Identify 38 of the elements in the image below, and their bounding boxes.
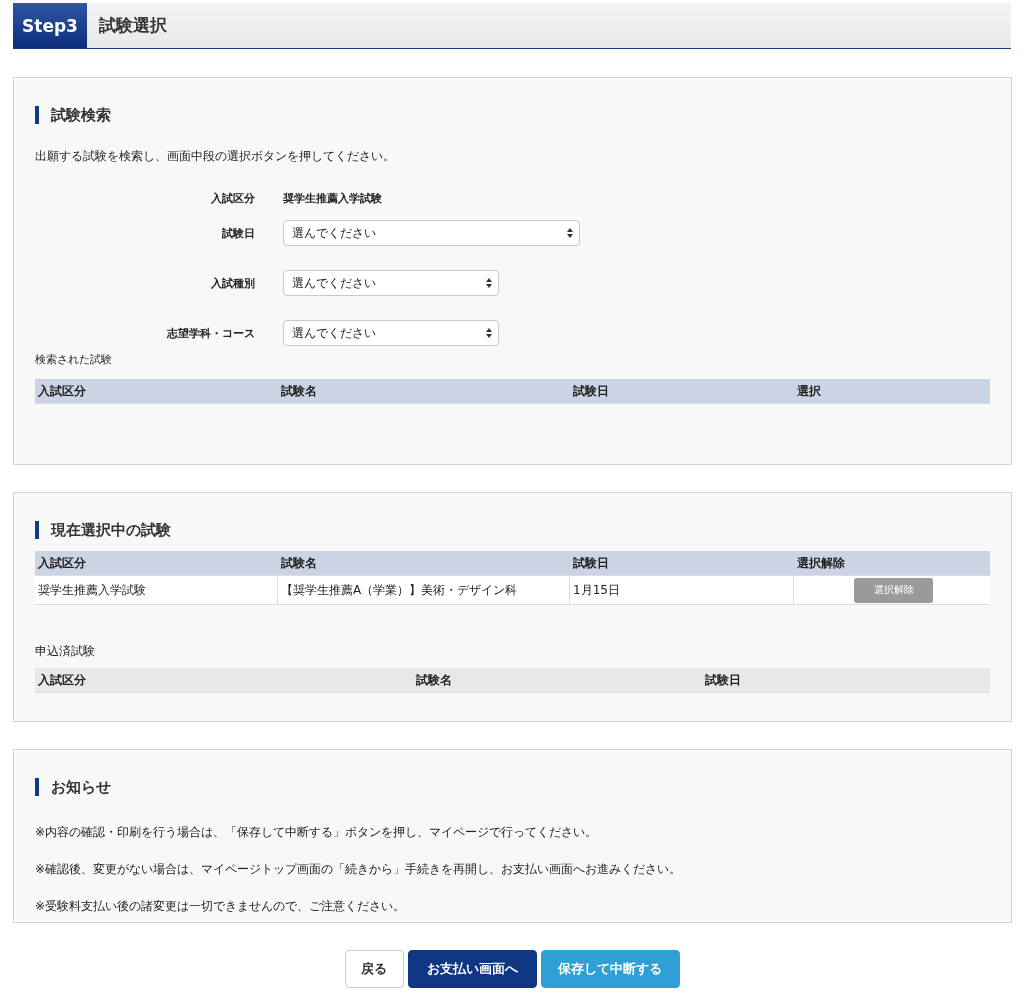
table-cell: 1月15日 — [570, 576, 794, 604]
column-header: 入試区分 — [37, 554, 87, 572]
section-heading: 現在選択中の試験 — [35, 521, 990, 539]
table-cell: 【奨学生推薦A（学業）】美術・デザイン科 — [278, 576, 570, 604]
action-button[interactable]: お支払い画面へ — [407, 950, 537, 988]
field-label: 入試種別 — [210, 275, 255, 291]
notice-text: ※受験料支払い後の諸変更は一切できませんので、ご注意ください。 — [35, 898, 407, 915]
select-field[interactable]: 選んでください — [283, 270, 499, 296]
section-heading: お知らせ — [35, 778, 990, 796]
updown-arrow-icon — [486, 278, 492, 288]
section-heading: 試験検索 — [35, 106, 990, 124]
column-header: 入試区分 — [37, 382, 87, 400]
page-title: 試験選択 — [99, 14, 167, 37]
column-header: 入試区分 — [37, 671, 87, 689]
field-label: 試験日 — [221, 225, 255, 241]
column-header: 試験日 — [572, 382, 610, 400]
column-header: 試験日 — [704, 671, 741, 689]
column-header: 選択解除 — [796, 554, 845, 572]
column-header: 試験名 — [415, 671, 453, 689]
notice-text: ※確認後、変更がない場合は、マイページトップ画面の「続きから」手続きを再開し、お支払い画面へお進みください。 — [35, 861, 683, 878]
updown-arrow-icon — [567, 228, 573, 238]
step-badge: Step3 — [13, 3, 87, 48]
notice-text: ※内容の確認・印刷を行う場合は、「保存して中断する」ボタンを押し、マイページで行ってください。 — [35, 824, 599, 841]
action-button[interactable]: 戻る — [344, 950, 404, 988]
select-field[interactable]: 選んでください — [283, 320, 499, 346]
updown-arrow-icon — [486, 328, 492, 338]
column-header: 試験日 — [572, 554, 610, 572]
field-label: 入試区分 — [210, 190, 255, 206]
select-field[interactable]: 選んでください — [283, 220, 580, 246]
table-caption: 検索された試験 — [35, 352, 113, 367]
field-value: 奨学生推薦入学試験 — [283, 190, 382, 206]
column-header: 選択 — [796, 382, 821, 400]
table-caption: 申込済試験 — [35, 643, 96, 660]
column-header: 試験名 — [280, 554, 318, 572]
search-description: 出願する試験を検索し、画面中段の選択ボタンを押してください。 — [35, 148, 396, 165]
field-label: 志望学科・コース — [166, 325, 255, 341]
column-header: 試験名 — [280, 382, 318, 400]
table-cell: 奨学生推薦入学試験 — [35, 576, 278, 604]
